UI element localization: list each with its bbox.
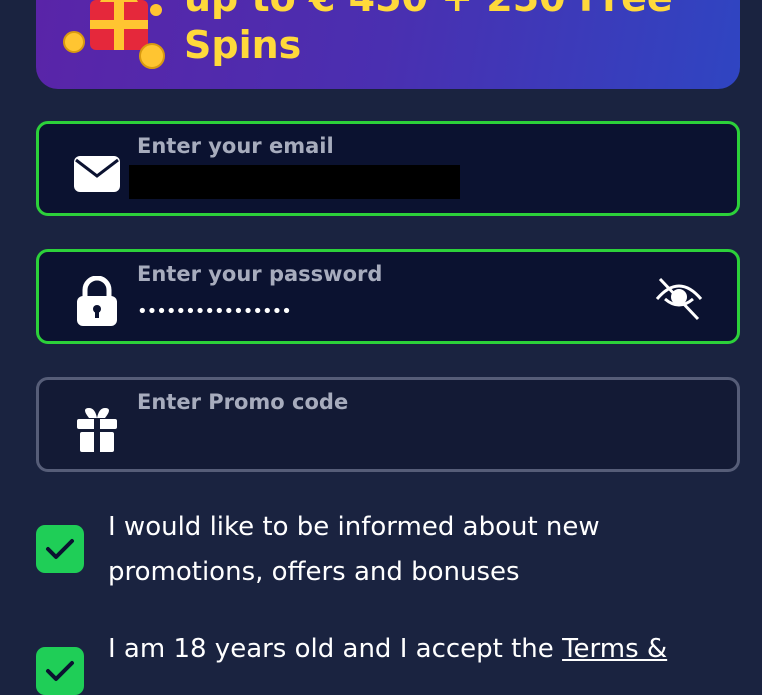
terms-link[interactable]: Terms & bbox=[562, 634, 667, 664]
password-field[interactable]: Enter your password •••••••••••••••• bbox=[36, 249, 740, 344]
eye-slash-icon[interactable] bbox=[651, 270, 707, 326]
bonus-banner: up to € 450 + 250 Free Spins bbox=[36, 0, 740, 89]
lock-icon bbox=[71, 276, 123, 328]
password-label: Enter your password bbox=[137, 262, 383, 286]
gift-box-coins-image bbox=[63, 0, 165, 69]
promotions-checkbox[interactable] bbox=[36, 525, 84, 573]
banner-offer-line: Spins bbox=[184, 23, 302, 67]
age-terms-text: I am 18 years old and I accept the bbox=[108, 634, 563, 664]
promo-code-label: Enter Promo code bbox=[137, 390, 349, 414]
envelope-icon bbox=[71, 148, 123, 200]
redacted-email-value bbox=[129, 165, 460, 199]
password-input[interactable]: •••••••••••••••• bbox=[137, 297, 617, 327]
promo-code-input[interactable] bbox=[137, 425, 617, 455]
promotions-consent-text: I would like to be informed about new pr… bbox=[108, 512, 600, 587]
age-terms-checkbox[interactable] bbox=[36, 647, 84, 695]
email-label: Enter your email bbox=[137, 134, 334, 158]
checkmark-icon bbox=[46, 661, 74, 681]
gift-icon bbox=[71, 404, 123, 456]
promo-code-field[interactable]: Enter Promo code bbox=[36, 377, 740, 472]
age-terms-consent-text: I am 18 years old and I accept the Terms… bbox=[108, 627, 728, 672]
email-field[interactable]: Enter your email bbox=[36, 121, 740, 216]
checkmark-icon bbox=[46, 539, 74, 559]
banner-offer-line: up to € 450 + 250 Free bbox=[184, 0, 673, 21]
